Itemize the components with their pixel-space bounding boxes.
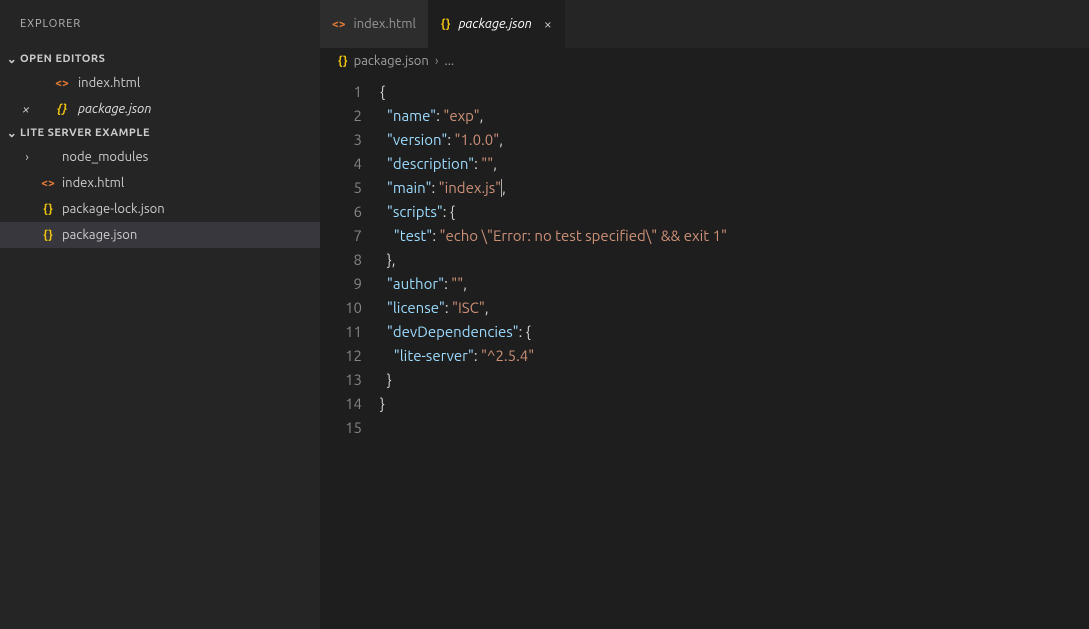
line-number: 8 [320, 248, 362, 272]
line-number: 3 [320, 128, 362, 152]
code-line[interactable]: "lite-server": "^2.5.4" [380, 344, 1089, 368]
line-number: 14 [320, 392, 362, 416]
line-number: 11 [320, 320, 362, 344]
code-line[interactable]: "version": "1.0.0", [380, 128, 1089, 152]
tab-label: package.json [458, 17, 531, 31]
code-line[interactable]: { [380, 80, 1089, 104]
close-icon[interactable]: × [22, 102, 30, 116]
json-icon: {} [441, 18, 451, 31]
project-label: LITE SERVER EXAMPLE [20, 127, 150, 139]
line-number: 1 [320, 80, 362, 104]
close-icon[interactable]: × [544, 16, 552, 32]
breadcrumb-separator-icon: › [435, 54, 439, 68]
json-icon: {} [54, 103, 70, 116]
tree-item-label: package-lock.json [62, 202, 165, 216]
open-editor-item[interactable]: <> index.html [0, 70, 320, 96]
explorer-title: EXPLORER [0, 0, 320, 48]
tab-bar: <> index.html {} package.json × [320, 0, 1089, 48]
code-line[interactable]: } [380, 368, 1089, 392]
editor-tab[interactable]: <> index.html [320, 0, 429, 48]
json-icon: {} [40, 203, 56, 216]
tree-item-label: package.json [62, 228, 137, 242]
sidebar: EXPLORER ⌄ OPEN EDITORS <> index.html × {} p… [0, 0, 320, 629]
code-line[interactable]: "description": "", [380, 152, 1089, 176]
open-editors-header[interactable]: ⌄ OPEN EDITORS [0, 48, 320, 70]
code-line[interactable]: "main": "index.js", [380, 176, 1089, 200]
line-number-gutter: 123456789101112131415 [320, 74, 380, 629]
html-icon: <> [332, 18, 346, 31]
code-line[interactable]: "author": "", [380, 272, 1089, 296]
tree-folder[interactable]: › node_modules [0, 144, 320, 170]
text-cursor [501, 179, 502, 197]
open-editor-label: package.json [78, 102, 151, 116]
editor-area: <> index.html {} package.json × {} package.j… [320, 0, 1089, 629]
open-editors-label: OPEN EDITORS [20, 53, 105, 65]
chevron-down-icon: ⌄ [4, 52, 20, 66]
line-number: 12 [320, 344, 362, 368]
breadcrumb-file: package.json [354, 54, 429, 68]
breadcrumb[interactable]: {} package.json › ... [320, 48, 1089, 74]
open-editor-item[interactable]: × {} package.json [0, 96, 320, 122]
code-line[interactable]: "test": "echo \"Error: no test specified… [380, 224, 1089, 248]
tree-file[interactable]: <> index.html [0, 170, 320, 196]
project-header[interactable]: ⌄ LITE SERVER EXAMPLE [0, 122, 320, 144]
breadcrumb-tail: ... [445, 54, 455, 68]
editor-tab[interactable]: {} package.json × [429, 0, 565, 48]
code-line[interactable] [380, 416, 1089, 440]
code-line[interactable]: "license": "ISC", [380, 296, 1089, 320]
line-number: 9 [320, 272, 362, 296]
tree-file[interactable]: {} package-lock.json [0, 196, 320, 222]
line-number: 10 [320, 296, 362, 320]
line-number: 5 [320, 176, 362, 200]
json-icon: {} [338, 55, 348, 68]
code-line[interactable]: "devDependencies": { [380, 320, 1089, 344]
html-icon: <> [40, 177, 56, 190]
line-number: 13 [320, 368, 362, 392]
code-line[interactable]: } [380, 392, 1089, 416]
line-number: 7 [320, 224, 362, 248]
tree-item-label: index.html [62, 176, 124, 190]
line-number: 6 [320, 200, 362, 224]
code-content[interactable]: { "name": "exp", "version": "1.0.0", "de… [380, 74, 1089, 629]
tab-label: index.html [354, 17, 416, 31]
line-number: 15 [320, 416, 362, 440]
tree-item-label: node_modules [62, 150, 148, 164]
code-line[interactable]: }, [380, 248, 1089, 272]
open-editor-label: index.html [78, 76, 140, 90]
line-number: 2 [320, 104, 362, 128]
line-number: 4 [320, 152, 362, 176]
html-icon: <> [54, 77, 70, 90]
code-line[interactable]: "scripts": { [380, 200, 1089, 224]
tree-file[interactable]: {} package.json [0, 222, 320, 248]
code-line[interactable]: "name": "exp", [380, 104, 1089, 128]
chevron-down-icon: ⌄ [4, 126, 20, 140]
code-editor[interactable]: 123456789101112131415 { "name": "exp", "… [320, 74, 1089, 629]
chevron-right-icon: › [20, 151, 34, 164]
json-icon: {} [40, 229, 56, 242]
